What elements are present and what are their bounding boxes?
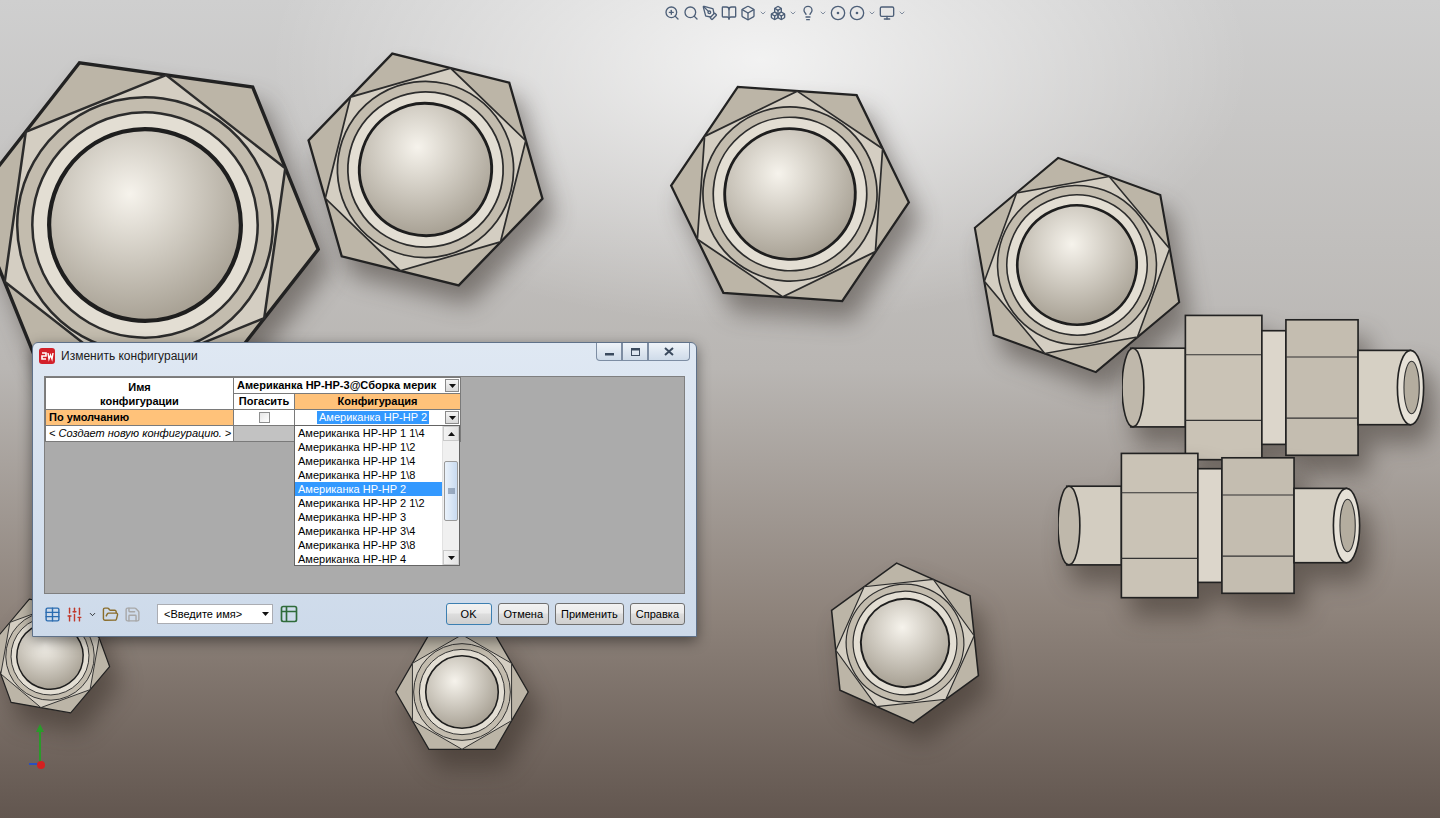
view-settings-icon[interactable] (879, 5, 895, 21)
arrow-down-icon (449, 416, 456, 420)
pipe-union-icon (664, 68, 916, 320)
column-header[interactable]: Конфигурация (295, 394, 460, 409)
axis-triad (26, 724, 60, 780)
empty-cell (234, 426, 294, 441)
suppress-cell[interactable] (234, 410, 294, 425)
previous-view-icon[interactable] (702, 5, 718, 21)
chevron-down-icon[interactable] (819, 9, 827, 17)
scroll-thumb[interactable] (444, 461, 458, 521)
pipe-union-model[interactable] (1058, 440, 1364, 614)
pipe-union-icon (392, 622, 532, 762)
axis-triad-icon (26, 724, 60, 776)
pipe-union-icon (298, 42, 553, 297)
name-header: Имяконфигурации (46, 378, 233, 409)
zoom-to-fit-icon[interactable] (664, 5, 680, 21)
open-table-icon[interactable] (102, 606, 119, 623)
view-orientation-icon[interactable] (740, 5, 756, 21)
dropdown-item[interactable]: Американка НР-НР 3 (295, 510, 442, 524)
dropdown-item[interactable]: Американка НР-НР 1\4 (295, 454, 442, 468)
dropdown-item[interactable]: Американка НР-НР 1\2 (295, 440, 442, 454)
scroll-track[interactable] (443, 441, 459, 550)
arrow-down-icon (262, 612, 269, 616)
window-controls (596, 343, 690, 361)
save-table-icon (124, 606, 141, 623)
column-header[interactable]: Погасить (234, 394, 294, 409)
suppress-checkbox[interactable] (259, 412, 270, 423)
grip-icon (448, 488, 455, 494)
dropdown-item[interactable]: Американка НР-НР 2 1\2 (295, 496, 442, 510)
chevron-down-icon[interactable] (898, 9, 906, 17)
chevron-down-icon[interactable] (759, 9, 767, 17)
chevron-down-icon[interactable] (88, 610, 97, 619)
scroll-down-button[interactable] (443, 550, 459, 565)
pipe-union-icon (820, 558, 990, 728)
pipe-union-icon (962, 150, 1192, 380)
dropdown-items: Американка НР-НР 1 1\4Американка НР-НР 1… (295, 426, 442, 565)
new-configuration-cell[interactable]: < Создает новую конфигурацию. > (46, 426, 233, 441)
configuration-combo[interactable]: Американка НР-НР 2 (295, 410, 460, 425)
footer-tools (44, 606, 141, 623)
dropdown-item[interactable]: Американка НР-НР 3\8 (295, 538, 442, 552)
minimize-button[interactable] (596, 343, 622, 361)
pipe-union-model[interactable] (820, 558, 990, 732)
pipe-union-icon (1058, 440, 1364, 610)
pipe-union-model[interactable] (1122, 302, 1428, 476)
solidworks-logo-icon (39, 348, 55, 364)
configuration-name-cell[interactable]: По умолчанию (46, 410, 233, 425)
maximize-icon (631, 348, 640, 356)
pipe-union-icon (1122, 302, 1428, 472)
parameters-icon[interactable] (66, 606, 83, 623)
design-table-icon[interactable] (44, 606, 61, 623)
minimize-icon (605, 348, 614, 356)
display-style-icon[interactable] (770, 5, 786, 21)
dialog-button[interactable]: OK (446, 603, 492, 625)
dialog-button[interactable]: Применить (555, 603, 624, 625)
dialog-button[interactable]: Отмена (498, 603, 549, 625)
arrow-down-icon (448, 556, 455, 560)
component-dropdown-button[interactable] (445, 379, 459, 392)
dialog-button[interactable]: Справка (630, 603, 685, 625)
hide-show-icon[interactable] (800, 5, 816, 21)
configuration-dropdown-list[interactable]: Американка НР-НР 1 1\4Американка НР-НР 1… (294, 425, 460, 566)
maximize-button[interactable] (622, 343, 648, 361)
dropdown-item[interactable]: Американка НР-НР 4 (295, 552, 442, 566)
arrow-up-icon (448, 432, 455, 436)
arrow-down-icon (449, 384, 456, 388)
configuration-dropdown-button[interactable] (445, 411, 459, 424)
title-bar[interactable]: Изменить конфигурации (33, 343, 696, 369)
chevron-down-icon[interactable] (868, 9, 876, 17)
configuration-value[interactable]: Американка НР-НР 2 (317, 411, 429, 424)
dialog-body: ИмяконфигурацииАмериканка НР-НР-3@Сборка… (33, 369, 696, 636)
scrollbar[interactable] (442, 426, 459, 565)
dropdown-item[interactable]: Американка НР-НР 2 (295, 482, 442, 496)
appearance-icon[interactable] (830, 5, 846, 21)
zoom-area-icon[interactable] (683, 5, 699, 21)
section-view-icon[interactable] (721, 5, 737, 21)
configuration-grid: ИмяконфигурацииАмериканка НР-НР-3@Сборка… (44, 376, 685, 594)
close-icon (664, 347, 674, 356)
pipe-union-model[interactable] (392, 622, 532, 766)
solidworks-viewport[interactable]: Изменить конфигурацииИмяконфигурацииАмер… (0, 0, 1440, 818)
dropdown-item[interactable]: Американка НР-НР 3\4 (295, 524, 442, 538)
modify-configurations-dialog[interactable]: Изменить конфигурацииИмяконфигурацииАмер… (32, 342, 697, 637)
table-view-icon[interactable] (279, 604, 299, 624)
dropdown-item[interactable]: Американка НР-НР 1 1\4 (295, 426, 442, 440)
chevron-down-icon[interactable] (789, 9, 797, 17)
scroll-up-button[interactable] (443, 426, 459, 441)
close-button[interactable] (648, 343, 690, 361)
name-field[interactable]: <Введите имя> (157, 604, 273, 624)
heads-up-toolbar (664, 5, 906, 21)
dropdown-item[interactable]: Американка НР-НР 1\8 (295, 468, 442, 482)
scene-icon[interactable] (849, 5, 865, 21)
pipe-union-model[interactable] (298, 42, 553, 301)
component-header[interactable]: Американка НР-НР-3@Сборка мерик (234, 378, 460, 393)
dialog-footer: <Введите имя> OK Отмена Применить Справка (44, 600, 685, 628)
pipe-union-model[interactable] (664, 68, 916, 324)
window-title: Изменить конфигурации (61, 349, 590, 363)
